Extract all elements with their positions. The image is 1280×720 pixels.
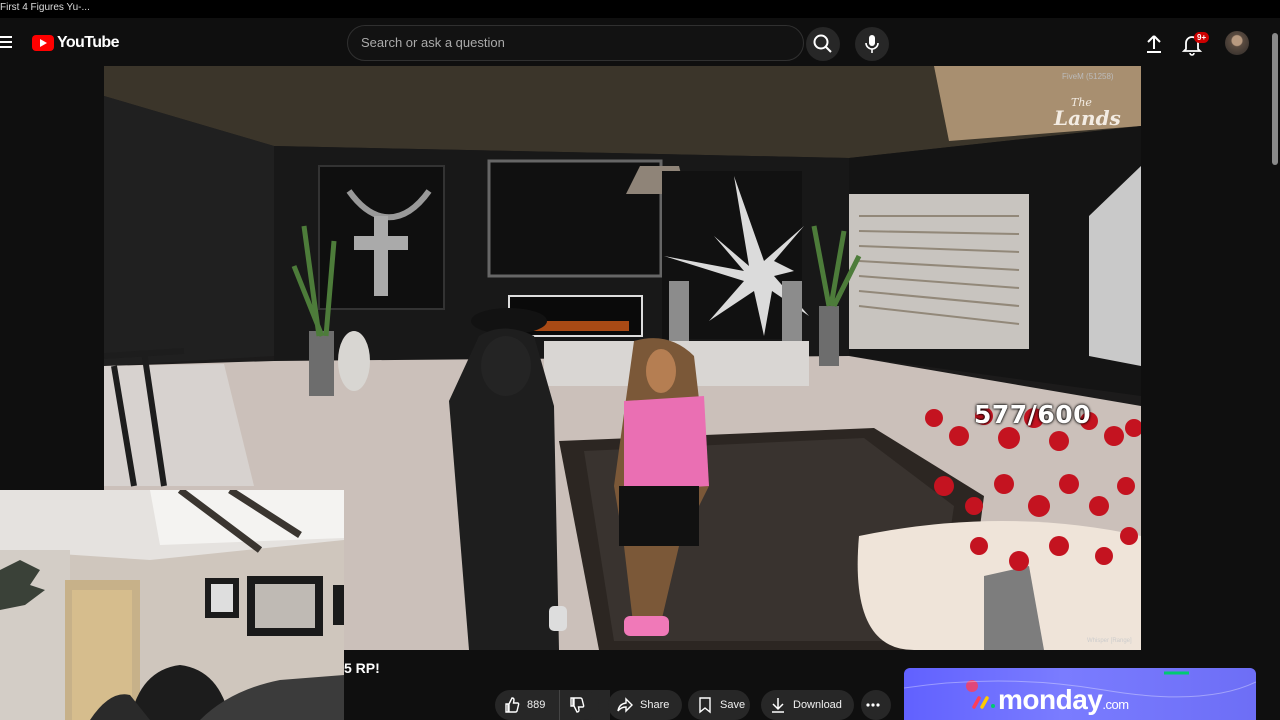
download-label: Download — [793, 699, 842, 711]
ad-brand-word: monday — [998, 684, 1103, 715]
thumbs-down-icon — [570, 697, 585, 713]
hamburger-menu-icon[interactable] — [0, 33, 14, 53]
server-logo-watermark: The Lands — [1054, 96, 1121, 130]
youtube-play-icon — [32, 35, 54, 51]
ad-brand-name: monday.com — [998, 684, 1129, 716]
download-icon — [772, 698, 784, 713]
top-bar: YouTube Search or ask a question 9+ — [0, 18, 1280, 68]
streamer-webcam-overlay — [0, 490, 344, 720]
monday-ad-banner[interactable]: monday.com — [904, 668, 1256, 720]
upload-arrow-icon — [1147, 35, 1161, 53]
search-button[interactable] — [806, 27, 840, 61]
monday-logo-icon — [972, 696, 995, 709]
youtube-wordmark: YouTube — [57, 34, 119, 51]
bookmark-icon — [699, 697, 711, 714]
fps-readout: FiveM (51258) — [1062, 72, 1114, 81]
share-icon — [617, 697, 633, 713]
search-input[interactable]: Search or ask a question — [347, 25, 804, 61]
thumbs-up-icon — [505, 697, 520, 713]
create-upload-button[interactable] — [1142, 32, 1166, 56]
download-button[interactable]: Download — [761, 690, 854, 720]
watermark-lands: Lands — [1054, 106, 1121, 130]
dislike-button[interactable] — [559, 690, 599, 720]
search-icon — [813, 34, 832, 53]
video-title: 5 RP! — [344, 660, 380, 676]
save-button[interactable]: Save — [688, 690, 750, 720]
save-label: Save — [720, 699, 746, 711]
share-button[interactable]: Share — [608, 690, 682, 720]
notification-badge: 9+ — [1194, 32, 1210, 43]
search-placeholder: Search or ask a question — [361, 35, 505, 50]
ad-brand-tld: .com — [1102, 697, 1129, 712]
voice-range-label: Whisper [Range] — [1087, 638, 1132, 644]
account-avatar[interactable] — [1225, 31, 1249, 55]
browser-tab-strip: First 4 Figures Yu-... — [0, 0, 1280, 18]
share-label: Share — [640, 699, 670, 711]
microphone-icon — [865, 35, 879, 53]
webcam-frame — [0, 490, 344, 720]
page-scrollbar[interactable] — [1272, 33, 1278, 165]
more-horizontal-icon — [866, 703, 880, 707]
like-count: 889 — [527, 699, 546, 711]
voice-search-button[interactable] — [855, 27, 889, 61]
health-counter: 577/600 — [974, 400, 1092, 429]
browser-tab-title[interactable]: First 4 Figures Yu-... — [0, 2, 90, 13]
youtube-logo[interactable]: YouTube — [32, 33, 119, 53]
more-actions-button[interactable] — [861, 690, 891, 720]
